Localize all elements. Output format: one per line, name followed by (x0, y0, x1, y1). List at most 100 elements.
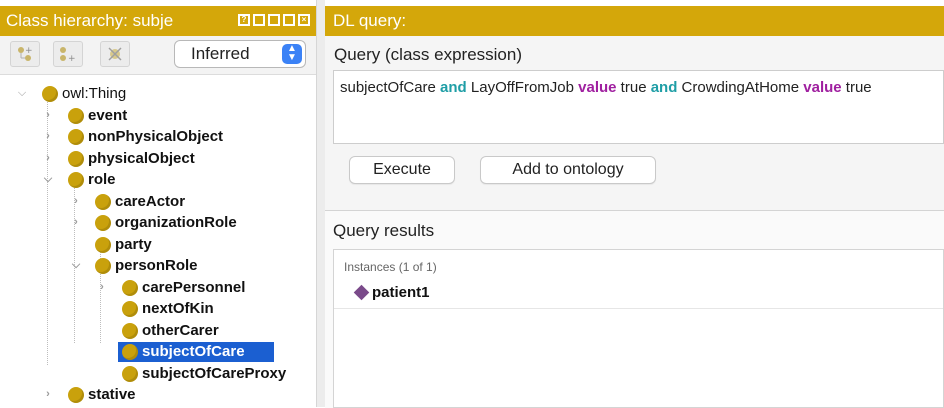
class-icon (68, 107, 84, 124)
class-hierarchy-toolbar: + + Inferred ▲ ▼ (0, 36, 316, 75)
chevron-down-icon[interactable]: ⌵ (16, 83, 28, 105)
class-icon (68, 387, 84, 403)
class-icon (122, 279, 138, 296)
tree-node-carepersonnel[interactable]: › carePersonnel (0, 277, 316, 299)
class-icon (122, 365, 138, 382)
tree-node-label: subjectOfCare (142, 343, 245, 360)
query-keyword-and: and (650, 79, 678, 96)
query-text: true (616, 79, 651, 96)
tree-node-label: role (88, 171, 116, 188)
class-hierarchy-panel: Class hierarchy: subje ? × + + Inferred … (0, 0, 317, 407)
tree-node-nextofkin[interactable]: nextOfKin (0, 298, 316, 320)
chevron-down-icon[interactable]: ⌵ (70, 255, 82, 277)
pin-icon[interactable] (253, 14, 265, 26)
class-icon (95, 258, 111, 274)
tree-node-label: otherCarer (142, 321, 219, 339)
divider (334, 308, 943, 309)
add-sibling-button[interactable]: + (53, 41, 83, 67)
class-icon (122, 322, 138, 339)
query-keyword-value: value (803, 79, 842, 96)
instance-item[interactable]: patient1 (353, 284, 430, 301)
tree-node-subjectofcare[interactable]: subjectOfCare (0, 341, 316, 363)
delete-class-icon (108, 47, 122, 61)
class-icon (95, 215, 111, 231)
class-icon (95, 193, 111, 210)
chevron-right-icon[interactable]: › (42, 384, 54, 406)
results-list: Instances (1 of 1) patient1 (333, 249, 944, 408)
instance-label: patient1 (372, 284, 430, 301)
tree-node-organizationrole[interactable]: › organizationRole (0, 212, 316, 234)
class-icon (122, 301, 138, 317)
tree-node-label: subjectOfCareProxy (142, 364, 287, 382)
chevron-down-icon[interactable]: ⌵ (42, 169, 54, 191)
close-view-icon[interactable]: × (298, 14, 310, 26)
tree-node-label: physicalObject (88, 149, 195, 167)
class-icon (68, 150, 84, 167)
class-icon (68, 129, 84, 145)
tree-node-label: carePersonnel (142, 278, 246, 296)
query-label: Query (class expression) (334, 45, 523, 64)
tree-node-event[interactable]: › event (0, 105, 316, 127)
dl-query-panel: DL query: Query (class expression) subje… (325, 0, 944, 408)
tree-node-label: event (88, 106, 128, 124)
split-icon[interactable] (268, 14, 280, 26)
chevron-right-icon[interactable]: › (42, 105, 54, 127)
svg-text:+: + (25, 46, 33, 56)
tree-node-othercarer[interactable]: otherCarer (0, 320, 316, 342)
query-text: subjectOfCare (340, 79, 441, 96)
view-mode-value: Inferred (191, 44, 250, 63)
tree-node-role[interactable]: ⌵ role (0, 169, 316, 191)
view-window-controls: ? × (238, 14, 310, 26)
dl-query-title: DL query: (333, 11, 407, 30)
tree-node-personrole[interactable]: ⌵ personRole (0, 255, 316, 277)
tree-node-label: personRole (115, 257, 198, 274)
tree-node-subjectofcareproxy[interactable]: subjectOfCareProxy (0, 363, 316, 385)
individual-icon (353, 284, 370, 301)
class-icon (68, 172, 84, 188)
tree-node-owl-thing[interactable]: ⌵ owl:Thing (0, 83, 316, 105)
add-subclass-icon: + (18, 46, 33, 61)
instances-count-label: Instances (1 of 1) (344, 260, 437, 274)
tree-node-nonphysicalobject[interactable]: › nonPhysicalObject (0, 126, 316, 148)
class-icon (42, 86, 58, 102)
tree-node-stative[interactable]: › stative (0, 384, 316, 406)
chevron-right-icon[interactable]: › (42, 126, 54, 148)
class-icon (122, 344, 138, 360)
tree-node-label: owl:Thing (62, 85, 127, 102)
help-icon[interactable]: ? (238, 14, 250, 26)
query-keyword-value: value (578, 79, 617, 96)
results-label: Query results (333, 221, 435, 240)
tree-node-label: nextOfKin (142, 300, 214, 317)
query-expression-input[interactable]: subjectOfCare and LayOffFromJob value tr… (333, 70, 944, 144)
chevron-right-icon[interactable]: › (42, 148, 54, 170)
chevron-right-icon[interactable]: › (70, 191, 82, 213)
view-mode-select[interactable]: Inferred ▲ ▼ (174, 40, 306, 68)
svg-text:+: + (68, 54, 76, 63)
tree-node-label: organizationRole (115, 214, 237, 231)
execute-button[interactable]: Execute (349, 156, 455, 184)
dl-query-titlebar: DL query: (325, 6, 944, 36)
delete-class-button[interactable] (100, 41, 130, 67)
query-text: CrowdingAtHome (677, 79, 804, 96)
query-results-area: Query results Instances (1 of 1) patient… (325, 210, 944, 408)
tree-node-careactor[interactable]: › careActor (0, 191, 316, 213)
query-text: true (841, 79, 872, 96)
class-hierarchy-titlebar: Class hierarchy: subje ? × (0, 6, 316, 36)
float-icon[interactable] (283, 14, 295, 26)
chevron-right-icon[interactable]: › (96, 277, 108, 299)
tree-node-label: party (115, 235, 152, 253)
class-hierarchy-title: Class hierarchy: subje (6, 11, 174, 30)
tree-node-label: nonPhysicalObject (88, 128, 224, 145)
add-to-ontology-button[interactable]: Add to ontology (480, 156, 656, 184)
class-icon (95, 236, 111, 253)
select-arrows-icon: ▲ ▼ (282, 44, 302, 64)
chevron-right-icon[interactable]: › (70, 212, 82, 234)
add-subclass-button[interactable]: + (10, 41, 40, 67)
tree-node-physicalobject[interactable]: › physicalObject (0, 148, 316, 170)
tree-node-label: stative (88, 386, 136, 403)
tree-node-label: careActor (115, 192, 186, 210)
query-keyword-and: and (440, 79, 467, 96)
query-text: LayOffFromJob (466, 79, 579, 96)
class-tree: ⌵ owl:Thing › event › nonPhysicalObject … (0, 75, 316, 406)
tree-node-party[interactable]: party (0, 234, 316, 256)
